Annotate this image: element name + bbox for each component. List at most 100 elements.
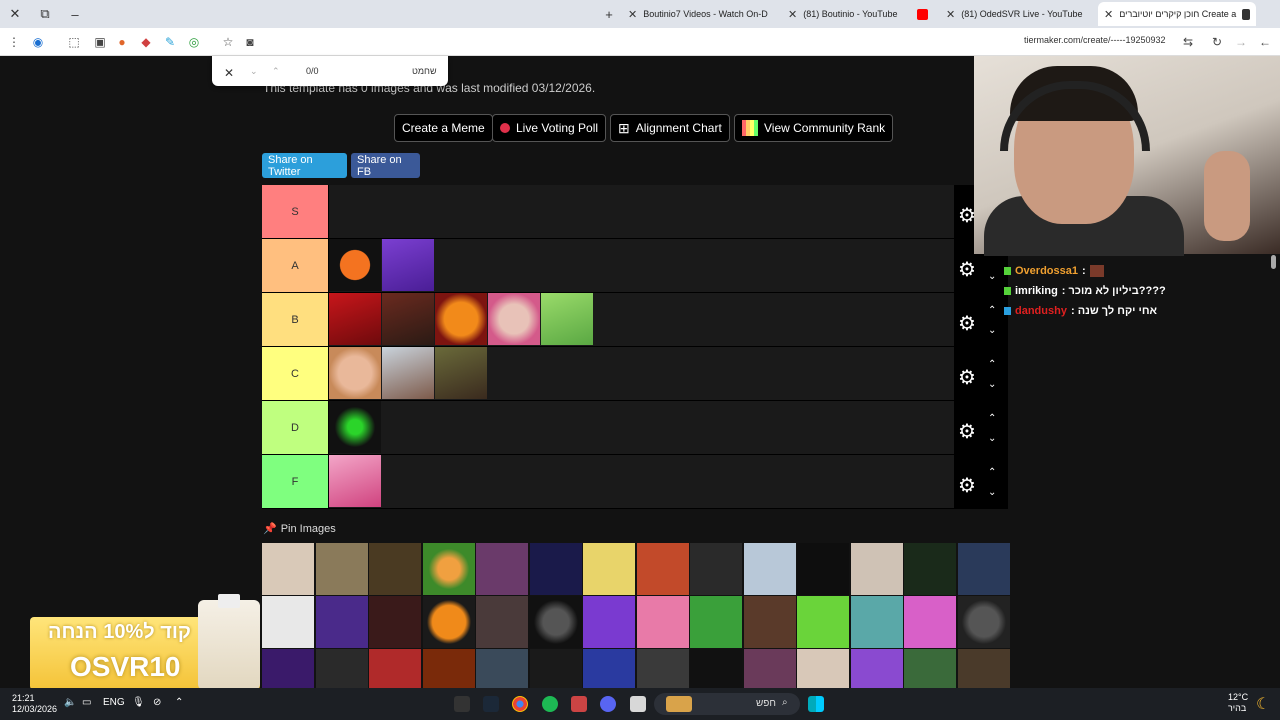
translate-icon[interactable]: ✎	[158, 30, 182, 54]
extension-icon[interactable]: ●	[110, 30, 134, 54]
tier-label[interactable]: B	[262, 293, 329, 346]
alignment-chart-button[interactable]: ⊞ Alignment Chart	[610, 114, 730, 142]
pool-image[interactable]	[636, 596, 689, 648]
tier-items[interactable]	[329, 185, 1008, 238]
profile-icon[interactable]: ◉	[26, 30, 50, 54]
tab-boutinio7[interactable]: ✕ Boutinio7 Videos - Watch On-D	[622, 2, 774, 26]
close-tab-icon[interactable]: ✕	[628, 8, 637, 21]
tier-image[interactable]	[435, 293, 487, 345]
pool-image[interactable]	[476, 596, 528, 648]
tune-icon[interactable]: ⇆	[1176, 30, 1200, 54]
pool-image[interactable]	[422, 543, 475, 595]
steam-icon[interactable]	[483, 696, 499, 712]
pool-image[interactable]	[850, 543, 903, 595]
pool-image[interactable]	[690, 543, 742, 595]
pool-image[interactable]	[957, 543, 1010, 595]
tier-items[interactable]	[329, 293, 1008, 346]
pool-image[interactable]	[690, 596, 742, 648]
move-down-icon[interactable]: ⌄	[988, 429, 996, 449]
gear-icon[interactable]: ⚙	[958, 311, 976, 336]
url-bar[interactable]: tiermaker.com/create/-----19250932	[1024, 35, 1166, 45]
pool-image[interactable]	[315, 596, 368, 648]
app-icon[interactable]	[454, 696, 470, 712]
taskbar-search[interactable]: חפש ⌕	[654, 693, 800, 715]
pool-image[interactable]	[315, 543, 368, 595]
reload-icon[interactable]: ↻	[1205, 30, 1229, 54]
gear-icon[interactable]: ⚙	[958, 419, 976, 444]
tier-label[interactable]: A	[262, 239, 329, 292]
explorer-icon[interactable]	[630, 696, 646, 712]
pool-image[interactable]	[904, 596, 956, 648]
language-indicator[interactable]: ENG	[103, 697, 125, 708]
volume-icon[interactable]: 🔈	[64, 697, 76, 708]
pool-image[interactable]	[529, 543, 582, 595]
find-input[interactable]: שחמט	[412, 66, 437, 76]
tier-items[interactable]	[329, 455, 1008, 508]
pool-image[interactable]	[743, 596, 796, 648]
tier-image[interactable]	[329, 293, 381, 345]
new-tab-icon[interactable]: +	[594, 0, 624, 28]
close-tab-icon[interactable]: ✕	[788, 8, 797, 21]
pool-image[interactable]	[422, 596, 475, 648]
move-up-icon[interactable]: ⌃	[988, 409, 996, 429]
extension-icon[interactable]: ◆	[134, 30, 158, 54]
back-icon[interactable]: ←	[1253, 30, 1277, 54]
move-up-icon[interactable]: ⌃	[988, 355, 996, 375]
tier-items[interactable]	[329, 401, 1008, 454]
scrollbar[interactable]	[1271, 255, 1276, 269]
create-meme-button[interactable]: Create a Meme	[394, 114, 493, 142]
forward-icon[interactable]: →	[1229, 30, 1253, 54]
pool-image[interactable]	[797, 543, 849, 595]
tier-image[interactable]	[488, 293, 540, 345]
pool-image[interactable]	[369, 596, 421, 648]
pool-image[interactable]	[957, 596, 1010, 648]
discord-icon[interactable]	[600, 696, 616, 712]
tier-image[interactable]	[329, 347, 381, 399]
pool-image[interactable]	[476, 543, 528, 595]
move-down-icon[interactable]: ⌄	[988, 375, 996, 395]
tier-image[interactable]	[435, 347, 487, 399]
bluetooth-off-icon[interactable]: ⊘	[153, 697, 161, 708]
pool-image[interactable]	[797, 596, 849, 648]
pool-image[interactable]	[529, 596, 582, 648]
close-find-icon[interactable]: ✕	[224, 66, 234, 80]
tier-image[interactable]	[382, 347, 434, 399]
tier-image[interactable]	[329, 455, 381, 507]
chrome-icon[interactable]	[512, 696, 528, 712]
tier-image[interactable]	[329, 239, 381, 291]
pool-image[interactable]	[583, 543, 635, 595]
extension-icon[interactable]: ◎	[182, 30, 206, 54]
tier-image[interactable]	[382, 239, 434, 291]
share-twitter-button[interactable]: Share on Twitter	[262, 153, 347, 178]
gear-icon[interactable]: ⚙	[958, 473, 976, 498]
extensions-icon[interactable]: ⬚	[62, 30, 86, 54]
tier-label[interactable]: F	[262, 455, 329, 508]
gear-icon[interactable]: ⚙	[958, 257, 976, 282]
windows-start-icon[interactable]	[808, 696, 824, 712]
pool-image[interactable]	[850, 596, 903, 648]
pool-image[interactable]	[262, 543, 314, 595]
move-down-icon[interactable]: ⌄	[988, 483, 996, 503]
tier-image[interactable]	[382, 293, 434, 345]
weather[interactable]: 12°C בהיר	[1228, 692, 1248, 714]
network-icon[interactable]: ▭	[82, 697, 91, 708]
menu-icon[interactable]: ⋮	[2, 30, 26, 54]
pool-image[interactable]	[583, 596, 635, 648]
bookmark-star-icon[interactable]: ☆	[216, 30, 240, 54]
spotify-icon[interactable]	[542, 696, 558, 712]
gear-icon[interactable]: ⚙	[958, 365, 976, 390]
find-prev-icon[interactable]: ⌃	[272, 66, 280, 77]
tier-label[interactable]: D	[262, 401, 329, 454]
share-fb-button[interactable]: Share on FB	[351, 153, 420, 178]
tier-image[interactable]	[329, 401, 381, 453]
tier-items[interactable]	[329, 347, 1008, 400]
close-tab-icon[interactable]: ✕	[1104, 8, 1113, 21]
pool-image[interactable]	[369, 543, 421, 595]
tier-label[interactable]: C	[262, 347, 329, 400]
tier-image[interactable]	[541, 293, 593, 345]
pool-image[interactable]	[262, 596, 314, 648]
screenshot-icon[interactable]: ▣	[88, 30, 112, 54]
tab-tiermaker[interactable]: ✕ חוכן קיקרים יוטיוברים Create a	[1098, 2, 1256, 26]
restore-window-icon[interactable]: ⧉	[30, 0, 60, 28]
tray-overflow-icon[interactable]: ⌃	[175, 697, 183, 708]
